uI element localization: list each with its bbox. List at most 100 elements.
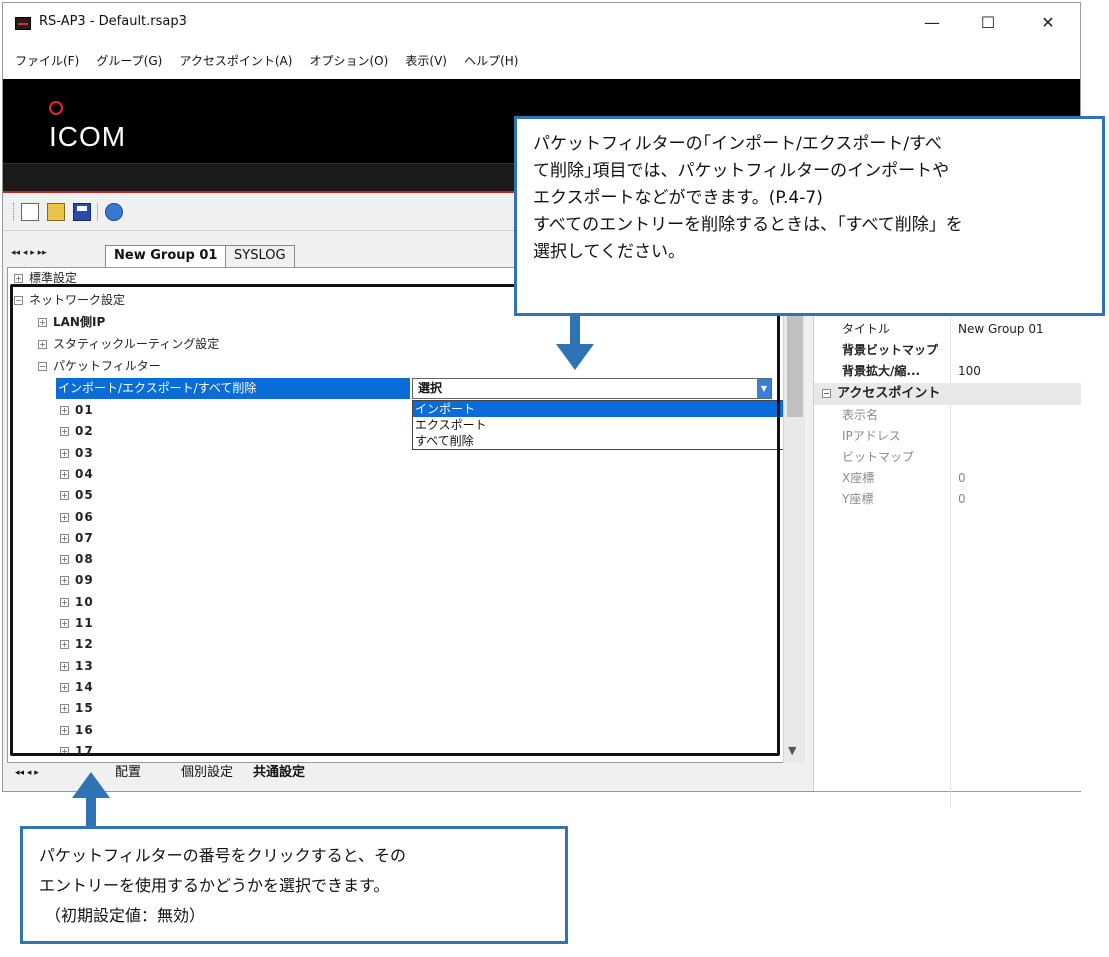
packet-filter-entry-13[interactable]: +13 <box>8 656 786 677</box>
expand-icon[interactable]: + <box>38 318 47 327</box>
expand-icon[interactable]: + <box>60 512 69 522</box>
packet-filter-entry-02[interactable]: +02 <box>8 421 786 442</box>
import-export-delete-row[interactable]: インポート/エクスポート/すべて削除 <box>56 378 410 399</box>
entry-number: 11 <box>75 616 94 630</box>
prop-x-coordinate[interactable]: X座標 0 <box>814 468 1081 489</box>
tab-syslog[interactable]: SYSLOG <box>225 245 295 267</box>
callout-line: パケットフィルターの｢インポート/エクスポート/すべ <box>533 134 942 154</box>
vertical-scrollbar[interactable]: ▼ <box>783 267 805 763</box>
tree-row-packet-filter[interactable]: − パケットフィルター <box>8 356 786 377</box>
new-file-icon[interactable] <box>21 203 39 221</box>
import-export-select[interactable]: 選択 ▼ <box>412 378 772 399</box>
close-button[interactable]: ✕ <box>1025 9 1071 37</box>
app-icon <box>15 17 31 30</box>
expand-icon[interactable]: + <box>38 340 47 349</box>
prop-y-coordinate[interactable]: Y座標 0 <box>814 489 1081 510</box>
packet-filter-entry-11[interactable]: +11 <box>8 613 786 634</box>
callout-entry-select: パケットフィルターの番号をクリックすると、その エントリーを使用するかどうかを選… <box>20 826 568 944</box>
maximize-button[interactable]: ☐ <box>965 9 1011 37</box>
tab-layout[interactable]: 配置 <box>109 763 147 785</box>
collapse-icon[interactable]: − <box>822 389 831 398</box>
prop-bitmap[interactable]: ビットマップ <box>814 447 1081 468</box>
menu-view[interactable]: 表示(V) <box>405 43 447 79</box>
prop-key: Y座標 <box>842 492 874 506</box>
entry-number: 15 <box>75 701 94 716</box>
callout-line: エクスポートなどができます。(P.4-7) <box>533 188 823 208</box>
packet-filter-entry-07[interactable]: +07 <box>8 528 786 549</box>
callout-line: パケットフィルターの番号をクリックすると、その <box>39 846 407 865</box>
expand-icon[interactable]: + <box>60 427 69 437</box>
scroll-down-icon[interactable]: ▼ <box>788 744 796 757</box>
menu-help[interactable]: ヘルプ(H) <box>464 43 518 79</box>
packet-filter-entry-08[interactable]: +08 <box>8 549 786 570</box>
arrow-up-icon <box>72 772 110 828</box>
expand-icon[interactable]: + <box>60 533 69 543</box>
packet-filter-entry-12[interactable]: +12 <box>8 634 786 655</box>
tree-label-basic: 標準設定 <box>29 271 78 285</box>
packet-filter-entry-06[interactable]: +06 <box>8 507 786 528</box>
minimize-button[interactable]: — <box>909 9 955 37</box>
tab-individual-settings[interactable]: 個別設定 <box>175 763 239 785</box>
prop-value: New Group 01 <box>958 322 1044 336</box>
callout-line: 選択してください。 <box>533 242 685 262</box>
expand-icon[interactable]: + <box>60 704 69 714</box>
packet-filter-entry-15[interactable]: +15 <box>8 698 786 719</box>
expand-icon[interactable]: + <box>60 406 69 415</box>
prop-background-bitmap[interactable]: 背景ビットマップ <box>814 340 1081 361</box>
menu-file[interactable]: ファイル(F) <box>15 43 79 79</box>
category-access-point[interactable]: − アクセスポイント <box>814 383 1081 405</box>
packet-filter-entry-03[interactable]: +03 <box>8 443 786 464</box>
screenshot-stage: RS-AP3 - Default.rsap3 — ☐ ✕ ファイル(F) グルー… <box>0 0 1109 957</box>
tree-row-static-routing[interactable]: + スタティックルーティング設定 <box>8 334 786 355</box>
expand-icon[interactable]: + <box>60 491 69 501</box>
dropdown-arrow-icon[interactable]: ▼ <box>757 379 771 398</box>
open-folder-icon[interactable] <box>47 203 65 221</box>
entry-number: 01 <box>75 403 94 417</box>
prop-ip-address[interactable]: IPアドレス <box>814 426 1081 447</box>
collapse-icon[interactable]: − <box>14 296 23 305</box>
packet-filter-entry-01[interactable]: +01 <box>8 400 786 421</box>
tab-new-group-01[interactable]: New Group 01 <box>105 245 227 267</box>
prop-background-scale[interactable]: 背景拡大/縮... 100 <box>814 361 1081 382</box>
expand-icon[interactable]: + <box>60 619 69 628</box>
prop-title[interactable]: タイトル New Group 01 <box>814 319 1081 340</box>
prop-key: 背景拡大/縮... <box>842 364 921 378</box>
expand-icon[interactable]: + <box>60 746 69 756</box>
tab-common-settings[interactable]: 共通設定 <box>247 763 311 785</box>
tree-label-network: ネットワーク設定 <box>29 293 126 307</box>
prop-value: 0 <box>958 471 966 485</box>
prop-key: IPアドレス <box>842 429 901 443</box>
menu-group[interactable]: グループ(G) <box>96 43 162 79</box>
expand-icon[interactable]: + <box>60 640 69 650</box>
settings-tree: + 標準設定 − ネットワーク設定 + LAN側IP + スタティックルーティング設定 … <box>7 267 787 763</box>
help-icon[interactable] <box>105 203 123 221</box>
tab-scroll-arrows[interactable]: ◂◂ ◂ ▸ ▸▸ <box>11 248 47 258</box>
menu-access-point[interactable]: アクセスポイント(A) <box>179 43 292 79</box>
packet-filter-entry-16[interactable]: +16 <box>8 720 786 741</box>
expand-icon[interactable]: + <box>60 661 69 671</box>
packet-filter-entry-17[interactable]: +17 <box>8 741 786 762</box>
expand-icon[interactable]: + <box>60 576 69 586</box>
entry-number: 10 <box>75 594 94 609</box>
menu-options[interactable]: オプション(O) <box>310 43 389 79</box>
packet-filter-entry-14[interactable]: +14 <box>8 677 786 698</box>
bottom-tab-arrows[interactable]: ◂◂ ◂ ▸ <box>9 763 45 785</box>
prop-display-name[interactable]: 表示名 <box>814 405 1081 426</box>
expand-icon[interactable]: + <box>14 274 23 283</box>
category-label: アクセスポイント <box>837 386 941 401</box>
expand-icon[interactable]: + <box>60 555 69 565</box>
packet-filter-entry-05[interactable]: +05 <box>8 485 786 506</box>
expand-icon[interactable]: + <box>60 597 69 607</box>
packet-filter-entry-10[interactable]: +10 <box>8 592 786 613</box>
save-icon[interactable] <box>73 203 91 221</box>
prop-key: ビットマップ <box>842 450 915 464</box>
callout-line: すべてのエントリーを削除するときは、「すべて削除」を <box>533 215 963 235</box>
expand-icon[interactable]: + <box>60 682 69 692</box>
packet-filter-entry-04[interactable]: +04 <box>8 464 786 485</box>
packet-filter-entry-09[interactable]: +09 <box>8 570 786 591</box>
collapse-icon[interactable]: − <box>38 362 47 371</box>
expand-icon[interactable]: + <box>60 725 69 735</box>
expand-icon[interactable]: + <box>60 469 69 479</box>
expand-icon[interactable]: + <box>60 448 69 458</box>
prop-value: 100 <box>958 364 981 378</box>
